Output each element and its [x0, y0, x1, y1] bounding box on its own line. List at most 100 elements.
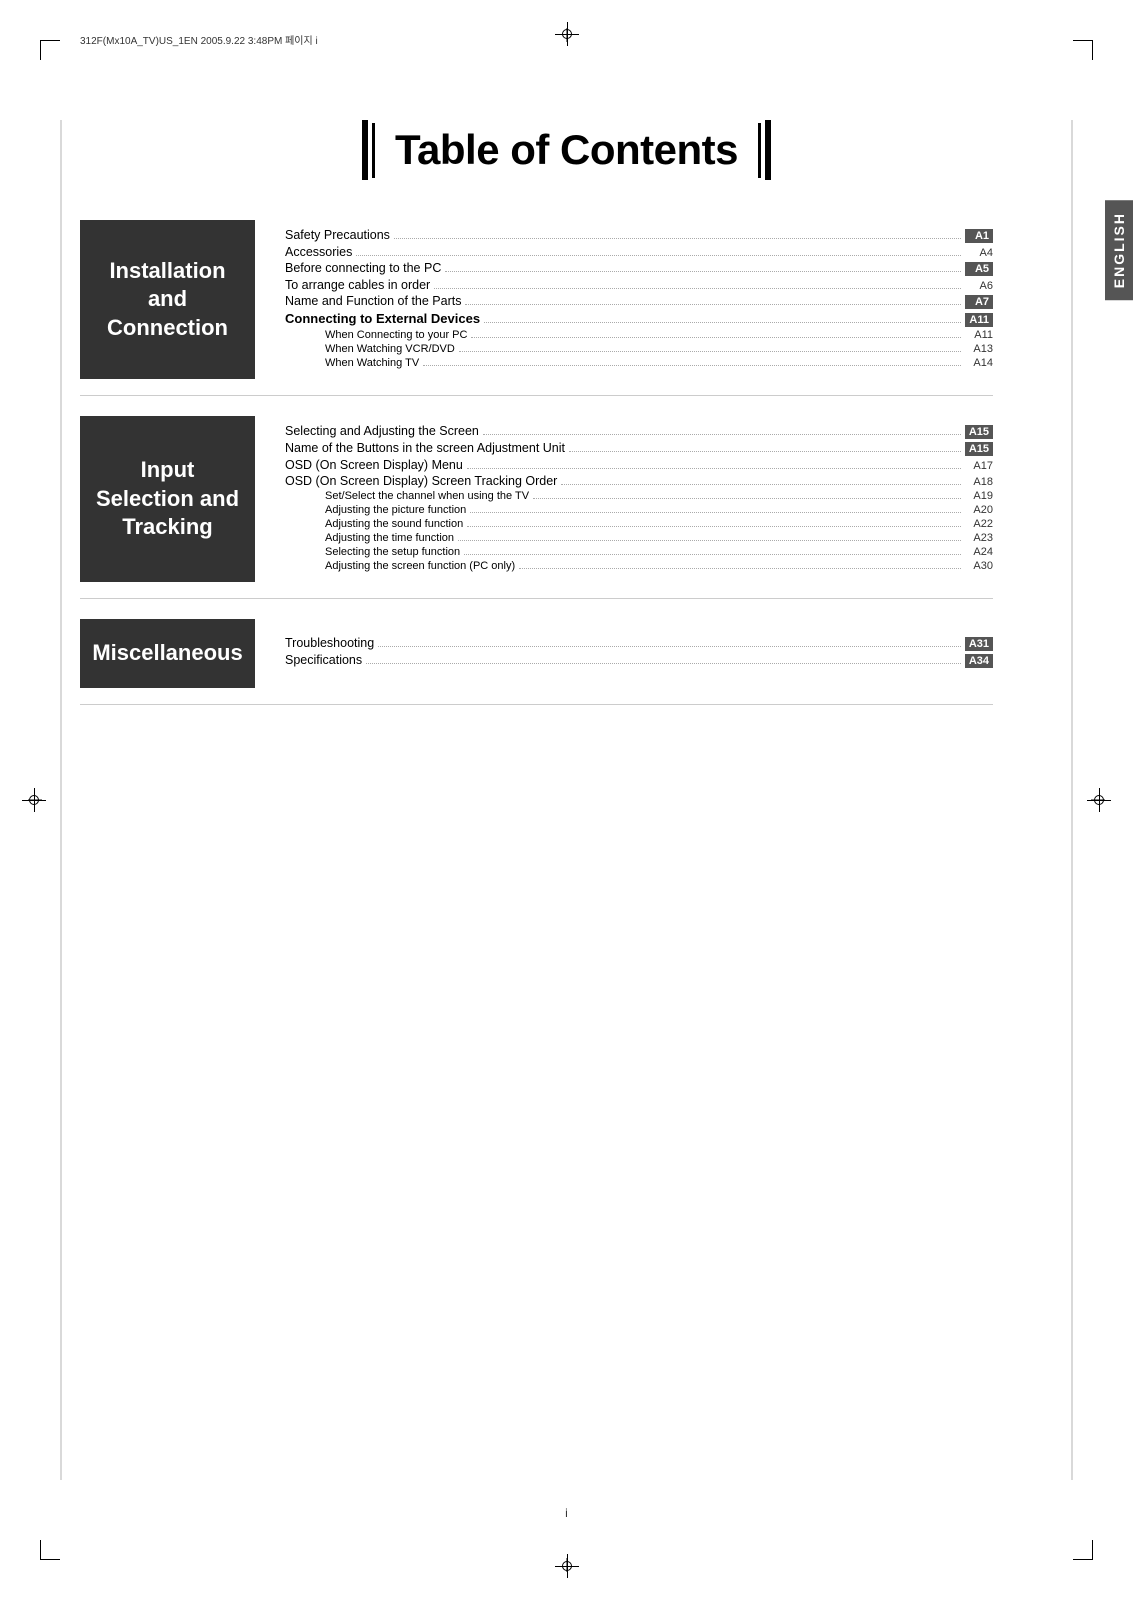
toc-dots	[394, 238, 961, 239]
title-bars-left	[362, 120, 375, 180]
toc-label: OSD (On Screen Display) Menu	[285, 458, 463, 472]
corner-mark-tr	[1073, 40, 1093, 60]
category-title-miscellaneous: Miscellaneous	[92, 639, 242, 668]
corner-mark-tl	[40, 40, 60, 60]
toc-label: Safety Precautions	[285, 228, 390, 242]
toc-dots	[459, 351, 961, 352]
toc-page: A30	[965, 560, 993, 572]
toc-page: A24	[965, 546, 993, 558]
toc-label: When Watching TV	[305, 357, 419, 369]
category-title-installation-connection: Installation and Connection	[95, 257, 240, 343]
category-title-input-selection-tracking: Input Selection and Tracking	[95, 456, 240, 542]
title-bar-2	[372, 123, 375, 178]
toc-dots	[464, 554, 961, 555]
toc-label: To arrange cables in order	[285, 278, 430, 292]
toc-entry: OSD (On Screen Display) Screen Tracking …	[285, 474, 993, 488]
toc-label: Adjusting the sound function	[305, 518, 463, 530]
toc-dots	[378, 646, 961, 647]
toc-label: Adjusting the time function	[305, 532, 454, 544]
toc-label: Accessories	[285, 245, 352, 259]
toc-entry: Adjusting the screen function (PC only)A…	[285, 560, 993, 572]
toc-dots	[484, 322, 961, 323]
toc-label: Connecting to External Devices	[285, 311, 480, 326]
toc-page: A5	[965, 262, 993, 276]
toc-page: A7	[965, 295, 993, 309]
toc-entry: Adjusting the sound function A22	[285, 518, 993, 530]
toc-page: A14	[965, 357, 993, 369]
title-bars-right	[758, 120, 771, 180]
toc-entry: Before connecting to the PC A5	[285, 261, 993, 276]
toc-entry: Adjusting the time function A23	[285, 532, 993, 544]
toc-page: A13	[965, 343, 993, 355]
toc-label: Before connecting to the PC	[285, 261, 441, 275]
toc-label: When Connecting to your PC	[305, 329, 467, 341]
section-row-miscellaneous: Miscellaneous TroubleshootingA31 Specifica…	[80, 619, 993, 705]
section-content-input-selection-tracking: Selecting and Adjusting the ScreenA15 Nam…	[285, 416, 993, 582]
toc-entry: Name of the Buttons in the screen Adjust…	[285, 441, 993, 456]
toc-page: A31	[965, 637, 993, 651]
print-header: 312F(Mx10A_TV)US_1EN 2005.9.22 3:48PM 페이…	[80, 32, 1053, 47]
toc-entry: Set/Select the channel when using the TV…	[285, 490, 993, 502]
side-bar-right	[1071, 120, 1073, 1480]
toc-entry: OSD (On Screen Display) MenuA17	[285, 458, 993, 472]
toc-label: Name of the Buttons in the screen Adjust…	[285, 441, 565, 455]
side-bar-left	[60, 120, 62, 1480]
toc-page: A6	[965, 280, 993, 292]
toc-label: Set/Select the channel when using the TV	[305, 490, 529, 502]
toc-page: A23	[965, 532, 993, 544]
toc-dots	[467, 468, 961, 469]
toc-dots	[434, 288, 961, 289]
toc-label: Adjusting the picture function	[305, 504, 466, 516]
toc-dots	[569, 451, 961, 452]
toc-page: A1	[965, 229, 993, 243]
toc-entry: TroubleshootingA31	[285, 636, 993, 651]
toc-page: A22	[965, 518, 993, 530]
page-title: Table of Contents	[383, 126, 750, 174]
category-box-installation-connection: Installation and Connection	[80, 220, 255, 379]
toc-dots	[458, 540, 961, 541]
toc-entry: Adjusting the picture function A20	[285, 504, 993, 516]
crosshair-right	[1087, 788, 1111, 812]
toc-entry: Connecting to External Devices A11	[285, 311, 993, 327]
toc-entry: When Watching TV A14	[285, 357, 993, 369]
toc-page: A18	[965, 476, 993, 488]
english-tab: ENGLISH	[1105, 200, 1133, 300]
toc-dots	[519, 568, 961, 569]
print-info: 312F(Mx10A_TV)US_1EN 2005.9.22 3:48PM 페이…	[80, 32, 318, 47]
toc-label: OSD (On Screen Display) Screen Tracking …	[285, 474, 557, 488]
toc-entry: Name and Function of the PartsA7	[285, 294, 993, 309]
toc-page: A15	[965, 442, 993, 456]
toc-page: A4	[965, 247, 993, 259]
toc-dots	[471, 337, 961, 338]
toc-label: Selecting the setup function	[305, 546, 460, 558]
crosshair-bottom	[555, 1554, 579, 1578]
toc-dots	[467, 526, 961, 527]
main-content: Table of Contents Installation and Conne…	[80, 80, 1053, 1520]
toc-dots	[465, 304, 961, 305]
toc-page: A11	[965, 313, 993, 327]
crosshair-left	[22, 788, 46, 812]
toc-entry: When Watching VCR/DVD A13	[285, 343, 993, 355]
section-content-installation-connection: Safety Precautions A1 Accessories A4 Before …	[285, 220, 993, 379]
toc-label: When Watching VCR/DVD	[305, 343, 455, 355]
toc-entry: Selecting and Adjusting the ScreenA15	[285, 424, 993, 439]
toc-entry: SpecificationsA34	[285, 653, 993, 668]
title-bar-4	[765, 120, 771, 180]
section-row-input-selection-tracking: Input Selection and Tracking Selecting an…	[80, 416, 993, 599]
toc-dots	[470, 512, 961, 513]
category-box-miscellaneous: Miscellaneous	[80, 619, 255, 688]
toc-dots	[483, 434, 961, 435]
toc-dots	[445, 271, 961, 272]
section-row-installation-connection: Installation and Connection Safety Precau…	[80, 220, 993, 396]
toc-label: Specifications	[285, 653, 362, 667]
title-section: Table of Contents	[80, 120, 1053, 180]
sections-wrapper: Installation and Connection Safety Precau…	[80, 220, 993, 705]
toc-page: A20	[965, 504, 993, 516]
toc-dots	[533, 498, 961, 499]
section-content-miscellaneous: TroubleshootingA31 SpecificationsA34	[285, 619, 993, 688]
toc-entry: When Connecting to your PCA11	[285, 329, 993, 341]
toc-dots	[561, 484, 961, 485]
category-box-input-selection-tracking: Input Selection and Tracking	[80, 416, 255, 582]
page-number: i	[565, 1506, 568, 1520]
toc-dots	[423, 365, 961, 366]
